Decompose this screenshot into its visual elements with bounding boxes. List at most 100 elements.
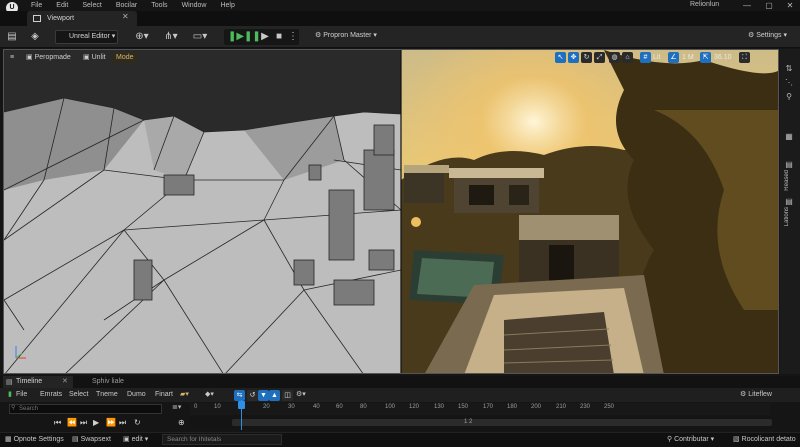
mode-dropdown[interactable]: Unreal Editor ▾ — [55, 30, 118, 44]
skip-forward-icon[interactable]: ⏭ — [119, 418, 126, 428]
add-actor-icon[interactable]: ⊕▾ — [133, 31, 151, 43]
timeline-list-icon[interactable]: ≣▾ — [172, 403, 181, 411]
surface-snap-icon[interactable]: ⌂ — [622, 52, 633, 63]
grid-snap-value[interactable]: Lit — [653, 52, 660, 63]
cmd-label: edit — [131, 436, 143, 443]
panel-label-lations[interactable]: Lations — [784, 207, 790, 226]
tab-viewport[interactable]: Viewport — [27, 11, 137, 26]
skip-back-icon[interactable]: ⏮ — [54, 418, 61, 428]
panel-grid-icon[interactable]: ▦ — [784, 132, 794, 142]
scale-icon[interactable]: ⤢ — [594, 52, 605, 63]
viewport-menu-icon[interactable]: ≡ — [6, 52, 18, 64]
camera-speed-icon[interactable]: ⇱ — [700, 52, 711, 63]
platform-label: Propron Master — [323, 32, 372, 39]
minimize-button[interactable]: — — [738, 0, 756, 11]
tab-close-icon[interactable]: ✕ — [122, 12, 129, 21]
timeline-curve-icon[interactable]: ▲ — [269, 390, 280, 401]
content-settings-button[interactable]: ▦ Opnote Settings — [5, 435, 64, 443]
timeline-menu-select[interactable]: Select — [69, 389, 88, 401]
more-icon[interactable]: ⋮ — [288, 31, 298, 43]
revision-control-link[interactable]: ▧ Rocolicant detato — [733, 435, 796, 443]
tab-timeline-close-icon[interactable]: ✕ — [62, 377, 68, 385]
menu-edit[interactable]: Edit — [56, 2, 68, 9]
menu-tools[interactable]: Tools — [151, 2, 167, 9]
panel-outliner-icon[interactable]: ⋱ — [784, 78, 794, 88]
panel-layers-icon[interactable]: ▤ — [784, 197, 794, 207]
tick-label: 100 — [385, 404, 396, 410]
blueprint-icon[interactable]: ⋔▾ — [162, 31, 180, 43]
timeline-filter-icon[interactable]: ▼ — [258, 390, 269, 401]
menu-window[interactable]: Window — [182, 2, 207, 9]
play-icon[interactable]: ❚▶ — [228, 31, 244, 43]
timeline-keyframe-icon[interactable]: ◆▾ — [205, 389, 214, 401]
source-control-dropdown[interactable]: ⚲ Contributar ▾ — [667, 435, 714, 443]
step-back-icon[interactable]: ⏪ — [67, 418, 77, 427]
panel-label-reased[interactable]: Reased — [784, 170, 790, 191]
panel-filter-icon[interactable]: ⚲ — [784, 92, 794, 102]
rotation-snap-icon[interactable]: ∠ — [668, 52, 679, 63]
save-icon[interactable]: ▤ — [6, 31, 18, 43]
timeline-loop-icon[interactable]: ↺ — [247, 390, 258, 401]
viewport-option-perspective[interactable]: ▣ Peropmade — [22, 52, 75, 64]
eject-icon[interactable]: ■ — [274, 31, 284, 43]
timeline-menu-file[interactable]: File — [16, 389, 27, 401]
close-window-button[interactable]: ✕ — [781, 0, 799, 11]
content-settings-label: Opnote Settings — [13, 436, 64, 443]
timeline-play-icon[interactable]: ▶ — [93, 418, 99, 427]
record-icon[interactable]: ⏭ — [80, 418, 87, 428]
timeline-menu-emrats[interactable]: Emrats — [40, 389, 62, 401]
grid-snap-icon[interactable]: # — [640, 52, 651, 63]
rotation-snap-value[interactable]: 1 M — [682, 52, 694, 63]
level-viewport[interactable] — [3, 49, 779, 374]
add-track-icon[interactable]: ⊕ — [178, 418, 185, 427]
rotate-icon[interactable]: ↻ — [581, 52, 592, 63]
menu-bocilar[interactable]: Bocilar — [116, 2, 137, 9]
swap-button[interactable]: ▤ Swapsext — [72, 435, 111, 443]
content-icon[interactable]: ◈ — [28, 31, 42, 43]
translate-icon[interactable]: ✥ — [568, 52, 579, 63]
lit-lamp — [411, 217, 421, 227]
maximize-viewport-icon[interactable]: ⛶ — [739, 52, 750, 63]
tick-label: 80 — [360, 404, 367, 410]
menu-help[interactable]: Help — [220, 2, 234, 9]
settings-label: Settings — [756, 32, 782, 39]
viewport-option-unlit[interactable]: ▣ Unlit — [79, 52, 110, 64]
panel-arrow-icon[interactable]: ⇅ — [784, 64, 794, 74]
viewport-icon — [33, 15, 41, 22]
tick-label: 0 — [194, 404, 198, 410]
camera-speed-value[interactable]: 36.10 — [714, 52, 732, 63]
platform-dropdown[interactable]: ⚙ Propron Master ▾ — [315, 31, 377, 39]
timeline-snap-icon[interactable]: ⇆ — [234, 390, 245, 401]
cinematics-icon[interactable]: ▭▾ — [191, 31, 209, 43]
maximize-button[interactable]: ▢ — [760, 0, 778, 11]
step-icon[interactable]: ❚❚ — [244, 31, 261, 43]
timeline-menu-finart[interactable]: Finart — [155, 389, 173, 401]
step-forward-icon[interactable]: ⏩ — [106, 418, 116, 427]
menu-file[interactable]: File — [31, 2, 42, 9]
liteflew-button[interactable]: ⚙ Liteflew — [740, 389, 772, 401]
world-local-icon[interactable]: ◍ — [609, 52, 620, 63]
timeline-menu-dumo[interactable]: Dumo — [127, 389, 146, 401]
playhead-handle[interactable] — [238, 401, 245, 409]
unlit-label: Unlit — [91, 54, 106, 61]
menu-select[interactable]: Select — [82, 2, 101, 9]
timeline-lock-icon[interactable]: ◫ — [282, 390, 293, 401]
cmd-dropdown[interactable]: ▣ edit ▾ — [123, 435, 148, 443]
console-command-input[interactable]: Search for Ihitetals — [162, 434, 282, 445]
viewport-option-mode[interactable]: Mode — [112, 52, 138, 64]
timeline-folder-icon[interactable]: ▰▾ — [180, 389, 189, 401]
loop-icon[interactable]: ↻ — [134, 418, 141, 427]
viewport-scene — [4, 50, 778, 373]
timeline-search-input[interactable]: Search — [9, 404, 162, 414]
timeline-menu-tneme[interactable]: Tneme — [96, 389, 118, 401]
tick-label: 180 — [507, 404, 518, 410]
tab-sequence[interactable]: Sphiv liale — [82, 376, 124, 388]
project-name: Relionlun — [690, 1, 720, 8]
timeline-settings-icon[interactable]: ⚙▾ — [296, 389, 306, 401]
stop-icon[interactable]: ▶ — [259, 31, 271, 43]
timeline-ruler[interactable] — [190, 403, 770, 415]
timeline-track-bar[interactable] — [232, 419, 772, 426]
select-mode-icon[interactable]: ↖ — [555, 52, 566, 63]
settings-button[interactable]: ⚙ Settings ▾ — [748, 31, 787, 39]
panel-details-icon[interactable]: ▤ — [784, 160, 794, 170]
